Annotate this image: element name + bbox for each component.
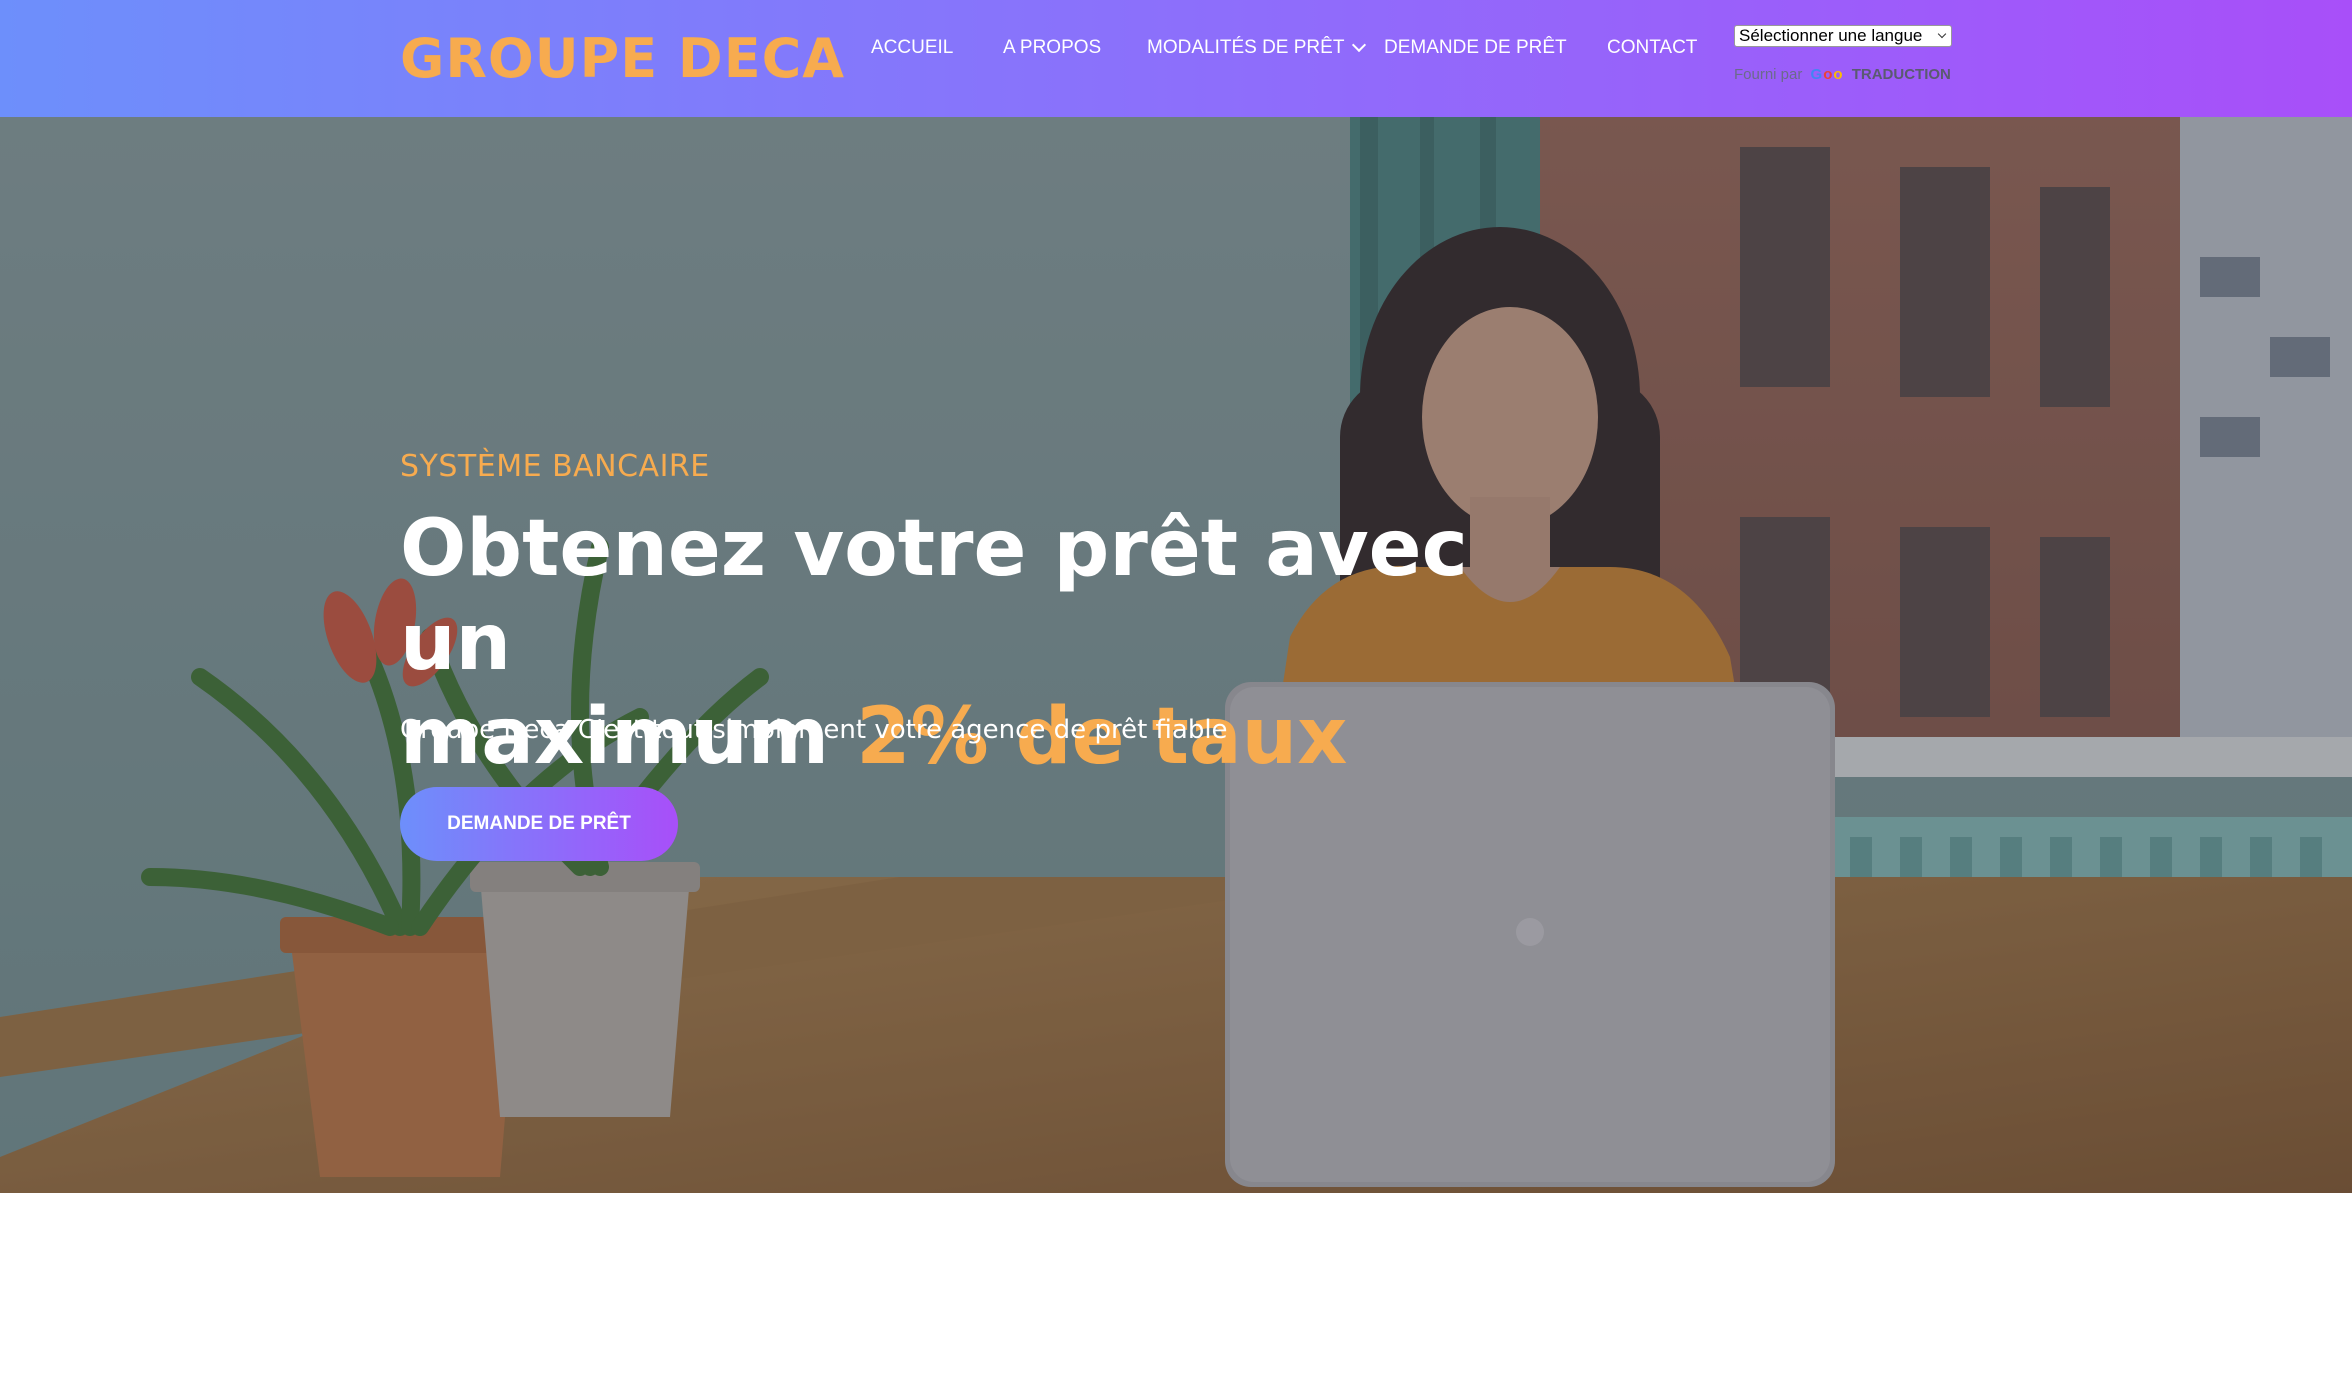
- site-logo[interactable]: GROUPE DECA: [400, 27, 845, 91]
- language-select-value: Sélectionner une langue: [1739, 26, 1923, 45]
- loan-request-button[interactable]: DEMANDE DE PRÊT: [400, 787, 678, 861]
- hero-section: SYSTÈME BANCAIRE Obtenez votre prêt avec…: [0, 117, 2352, 1193]
- nav-item-demande-de-pret[interactable]: DEMANDE DE PRÊT: [1384, 36, 1567, 60]
- site-header: GROUPE DECA ACCUEIL A PROPOS MODALITÉS D…: [0, 0, 2352, 117]
- nav-item-label: MODALITÉS DE PRÊT: [1147, 37, 1345, 58]
- nav-item-a-propos[interactable]: A PROPOS: [1003, 36, 1101, 60]
- hero-eyebrow: SYSTÈME BANCAIRE: [400, 449, 710, 484]
- headline-line-1: Obtenez votre prêt avec un: [400, 504, 1468, 688]
- language-select[interactable]: Sélectionner une langue: [1734, 25, 1952, 47]
- powered-by-label: Fourni par: [1734, 66, 1803, 83]
- hero-subtitle: Groupe Deca C'est tout simplement votre …: [400, 715, 1228, 745]
- translate-attribution: Fourni par Goo TRADUCTION: [1734, 66, 1951, 84]
- nav-item-modalites-de-pret[interactable]: MODALITÉS DE PRÊT: [1147, 36, 1367, 60]
- select-arrow-icon: [1937, 29, 1947, 39]
- google-logo-icon: Goo: [1810, 66, 1844, 83]
- chevron-down-icon: [1352, 37, 1367, 53]
- nav-item-accueil[interactable]: ACCUEIL: [871, 36, 953, 60]
- nav-item-contact[interactable]: CONTACT: [1607, 36, 1697, 60]
- translate-brand[interactable]: TRADUCTION: [1852, 66, 1951, 83]
